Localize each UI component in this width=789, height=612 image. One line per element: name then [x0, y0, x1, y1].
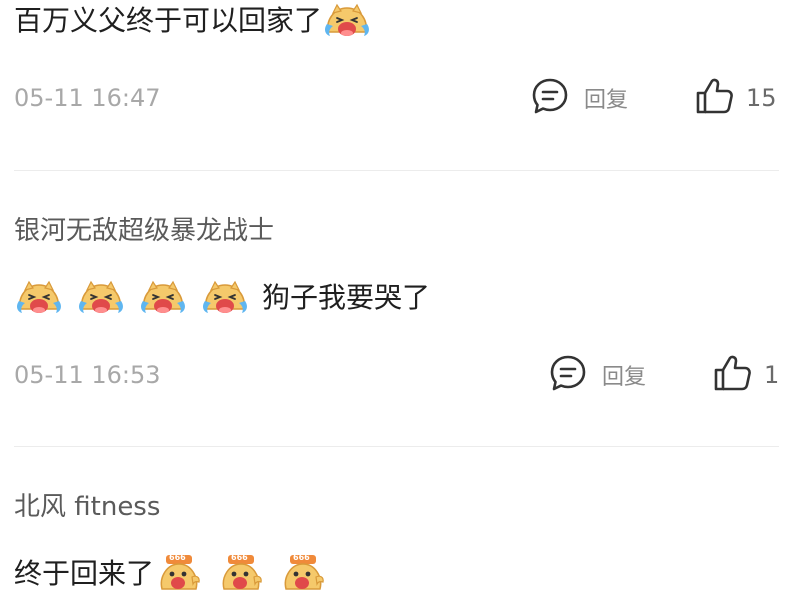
crying-laughing-emoji-icon	[78, 279, 124, 317]
comment-timestamp: 05-11 16:53	[14, 361, 161, 389]
comment-author[interactable]: 北风 fitness	[14, 491, 160, 523]
emoji-badge: 666	[293, 553, 310, 562]
crying-laughing-emoji-icon	[16, 279, 62, 317]
comment-content: 百万义父终于可以回家了	[14, 2, 370, 40]
like-button[interactable]: 15	[694, 78, 777, 118]
comment-divider	[14, 446, 779, 447]
emoji-badge: 666	[231, 553, 248, 562]
crying-laughing-emoji-icon	[202, 279, 248, 317]
crying-laughing-emoji-icon	[324, 2, 370, 40]
comment-divider	[14, 170, 779, 171]
comment-timestamp: 05-11 16:47	[14, 84, 161, 112]
comment-author[interactable]: 银河无敌超级暴龙战士	[14, 215, 274, 247]
reply-button[interactable]: 回复	[530, 78, 628, 118]
like-count: 15	[746, 84, 777, 112]
comment-bubble-icon	[530, 76, 570, 120]
comment-text: 终于回来了	[14, 557, 155, 590]
666-cheer-emoji-icon: 666	[280, 553, 326, 593]
thumbs-up-icon	[694, 76, 734, 120]
comment-text: 狗子我要哭了	[262, 281, 431, 314]
like-count: 1	[764, 361, 780, 389]
thumbs-up-icon	[712, 353, 752, 397]
comment-content: 狗子我要哭了	[14, 279, 430, 317]
like-button[interactable]: 1	[712, 355, 779, 395]
crying-laughing-emoji-icon	[140, 279, 186, 317]
comment-text: 百万义父终于可以回家了	[14, 4, 323, 37]
reply-label: 回复	[602, 365, 647, 390]
666-cheer-emoji-icon: 666	[218, 553, 264, 593]
reply-button[interactable]: 回复	[548, 355, 646, 395]
emoji-badge: 666	[169, 553, 186, 562]
666-cheer-emoji-icon: 666	[156, 553, 202, 593]
comment-content: 终于回来了 666 666 666	[14, 553, 326, 593]
reply-label: 回复	[584, 88, 629, 113]
comment-bubble-icon	[548, 353, 588, 397]
